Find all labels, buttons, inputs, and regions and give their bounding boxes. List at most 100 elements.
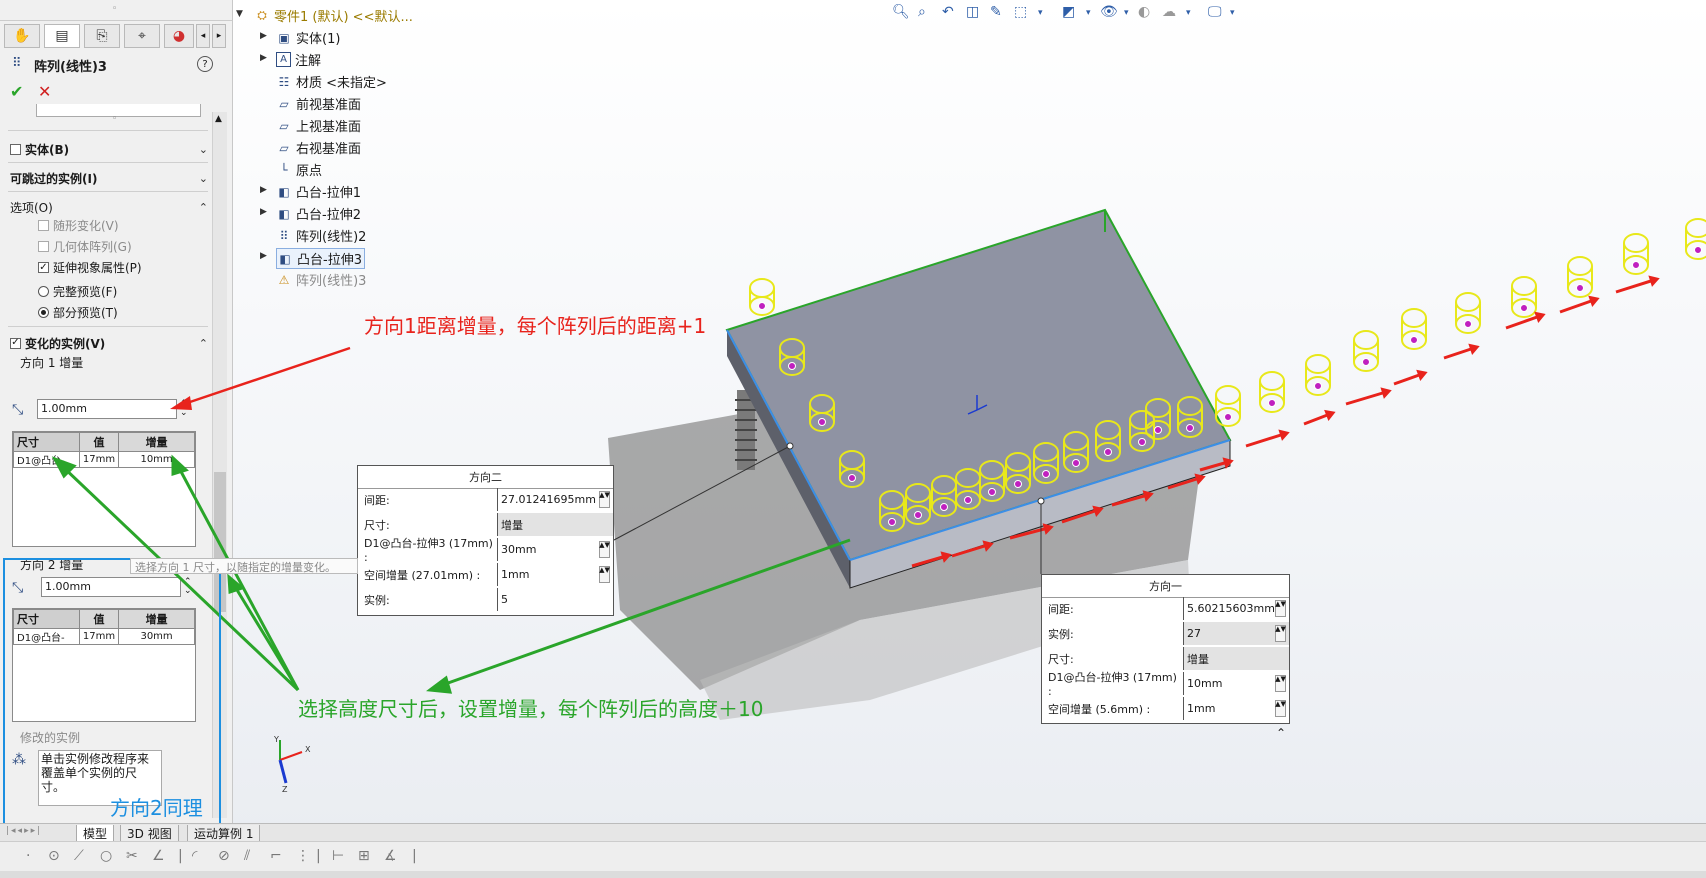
spinner-icon[interactable]: ▲▼ (1275, 600, 1286, 617)
spinner-icon[interactable]: ▲▼ (599, 566, 610, 583)
row-value[interactable]: 5 (498, 588, 613, 611)
pattern-instance-cylinder (749, 278, 775, 316)
divider-icon: | (316, 848, 321, 864)
pattern-instance-cylinder (1685, 218, 1706, 260)
direction-arrow (1505, 311, 1546, 330)
size-value: 增量 (501, 518, 523, 532)
instances-value: 5 (501, 593, 508, 606)
dialog-row: 空间增量 (27.01mm) :1mm ▲▼ (358, 563, 613, 586)
spacing-increment-value: 1mm (501, 568, 530, 581)
row-value[interactable]: 增量 (1184, 647, 1289, 670)
spinner-icon[interactable]: ▲▼ (1275, 675, 1286, 692)
row-label: 尺寸: (1042, 647, 1184, 670)
circle-icon[interactable]: ○ (100, 848, 112, 864)
direction-arrow (1245, 429, 1290, 448)
spacing-value: 5.60215603mm (1187, 602, 1275, 615)
dialog-row: D1@凸台-拉伸3 (17mm) :30mm ▲▼ (358, 537, 613, 564)
dialog-row: 实例: 5 (358, 588, 613, 611)
point-icon[interactable]: · (26, 848, 30, 864)
row-value[interactable]: 27.01241695mm ▲▼ (498, 488, 613, 511)
red-annotation-arrow (170, 346, 351, 410)
svg-text:X: X (305, 745, 311, 754)
direction-arrow (1303, 409, 1336, 426)
row-value[interactable]: 10mm ▲▼ (1184, 672, 1289, 695)
dialog-row: 间距: 27.01241695mm ▲▼ (358, 488, 613, 511)
pattern-instance-cylinder (1623, 233, 1649, 275)
corner-icon[interactable]: ⌐ (270, 848, 282, 864)
row-value[interactable]: 30mm ▲▼ (498, 538, 613, 561)
dimension-icon[interactable]: ⊢ (332, 848, 344, 864)
row-label: 空间增量 (5.6mm) : (1042, 697, 1184, 720)
row-label: 间距: (358, 488, 498, 511)
leader-anchor (786, 442, 794, 450)
offset-icon[interactable]: ⫽ (244, 848, 250, 864)
pattern-instance-cylinder (1401, 308, 1427, 350)
tooltip: 选择方向 1 尺寸，以随指定的增量变化。 (130, 558, 358, 574)
row-value[interactable]: 1mm ▲▼ (498, 563, 613, 586)
spinner-icon[interactable]: ▲▼ (599, 541, 610, 558)
spinner-icon[interactable]: ▲▼ (1275, 700, 1286, 717)
direction2-callout[interactable]: 方向二 间距: 27.01241695mm ▲▼ 尺寸: 增量 D1@凸台-拉伸3 (… (357, 465, 614, 616)
row-value[interactable]: 5.60215603mm ▲▼ (1184, 597, 1289, 620)
construction-icon[interactable]: ⋮ (296, 848, 310, 864)
tab-3d-view[interactable]: 3D 视图 (120, 825, 179, 842)
tab-nav-arrows-icon[interactable]: |◂◂▸▸| (6, 826, 42, 836)
row-label: 尺寸: (358, 513, 498, 536)
instances-value: 27 (1187, 627, 1201, 640)
row-label: 空间增量 (27.01mm) : (358, 563, 498, 586)
angle-icon[interactable]: ∡ (384, 848, 397, 864)
svg-text:Y: Y (273, 735, 279, 744)
dialog-row: 尺寸: 增量 (1042, 647, 1289, 670)
direction1-callout[interactable]: 方向一 间距: 5.60215603mm ▲▼ 实例: 27 ▲▼ 尺寸: 增量 D1@凸… (1041, 574, 1290, 724)
dialog-row: D1@凸台-拉伸3 (17mm) :10mm ▲▼ (1042, 671, 1289, 698)
spinner-icon[interactable]: ▲▼ (1275, 625, 1286, 642)
direction-arrow (1615, 275, 1660, 294)
fillet-icon[interactable]: ◜ (192, 848, 197, 864)
tab-model[interactable]: 模型 (76, 825, 115, 842)
size-value: 增量 (1187, 652, 1209, 666)
row-value[interactable]: 1mm ▲▼ (1184, 697, 1289, 720)
row-label: 实例: (1042, 622, 1184, 645)
spacing-value: 27.01241695mm (501, 493, 596, 506)
line-icon[interactable]: ⟋ (74, 848, 84, 864)
pattern-instance-cylinder (1353, 330, 1379, 372)
blue-annotation-text: 方向2同理 (110, 796, 203, 820)
graphics-area[interactable]: Y X Z (0, 0, 1706, 878)
pattern-instance-cylinder (1305, 354, 1331, 396)
sketch-toolbar: · ⊙ ⟋ ○ ✂ ∠ | ◜ ⊘ ⫽ ⌐ ⋮ | ⊢ ⊞ ∡ | (0, 841, 1706, 872)
trim-icon[interactable]: ✂ (126, 848, 138, 864)
direction-arrow (1559, 295, 1600, 314)
circle-icon[interactable]: ⊙ (48, 848, 60, 864)
chevron-up-icon[interactable]: ⌃ (1276, 726, 1286, 740)
pattern-instance-cylinder (1511, 276, 1537, 318)
bottom-tab-bar: |◂◂▸▸| 模型 3D 视图 运动算例 1 (0, 823, 1706, 842)
tab-motion-study[interactable]: 运动算例 1 (187, 825, 261, 842)
chamfer-icon[interactable]: ⊘ (218, 848, 230, 864)
grid-icon[interactable]: ⊞ (358, 848, 370, 864)
pattern-instance-cylinder (1259, 371, 1285, 413)
divider-icon: | (412, 848, 417, 864)
row-label: D1@凸台-拉伸3 (17mm) : (1042, 671, 1184, 698)
dialog-row: 间距: 5.60215603mm ▲▼ (1042, 597, 1289, 620)
dialog-title: 方向二 (358, 466, 613, 489)
spacing-increment-value: 1mm (1187, 702, 1216, 715)
row-value[interactable]: 增量 (498, 513, 613, 536)
leader-anchor (1037, 497, 1045, 505)
row-label: D1@凸台-拉伸3 (17mm) : (358, 537, 498, 564)
angle-icon[interactable]: ∠ (152, 848, 165, 864)
pattern-instance-cylinder (1455, 292, 1481, 334)
dialog-row: 空间增量 (5.6mm) :1mm ▲▼ (1042, 697, 1289, 720)
row-label: 间距: (1042, 597, 1184, 620)
svg-text:Z: Z (282, 785, 288, 794)
row-value[interactable]: 27 ▲▼ (1184, 622, 1289, 645)
spinner-icon[interactable]: ▲▼ (599, 491, 610, 508)
green-annotation-text: 选择高度尺寸后，设置增量，每个阵列后的高度＋10 (298, 697, 764, 721)
dialog-row: 实例: 27 ▲▼ (1042, 622, 1289, 645)
pattern-instance-cylinder (1567, 256, 1593, 298)
dialog-row: 尺寸: 增量 (358, 513, 613, 536)
status-bar (0, 871, 1706, 878)
dimension-increment-value: 30mm (501, 543, 537, 556)
dialog-title: 方向一 (1042, 575, 1289, 598)
direction-arrow (1345, 387, 1392, 406)
direction-arrow (1443, 343, 1480, 360)
